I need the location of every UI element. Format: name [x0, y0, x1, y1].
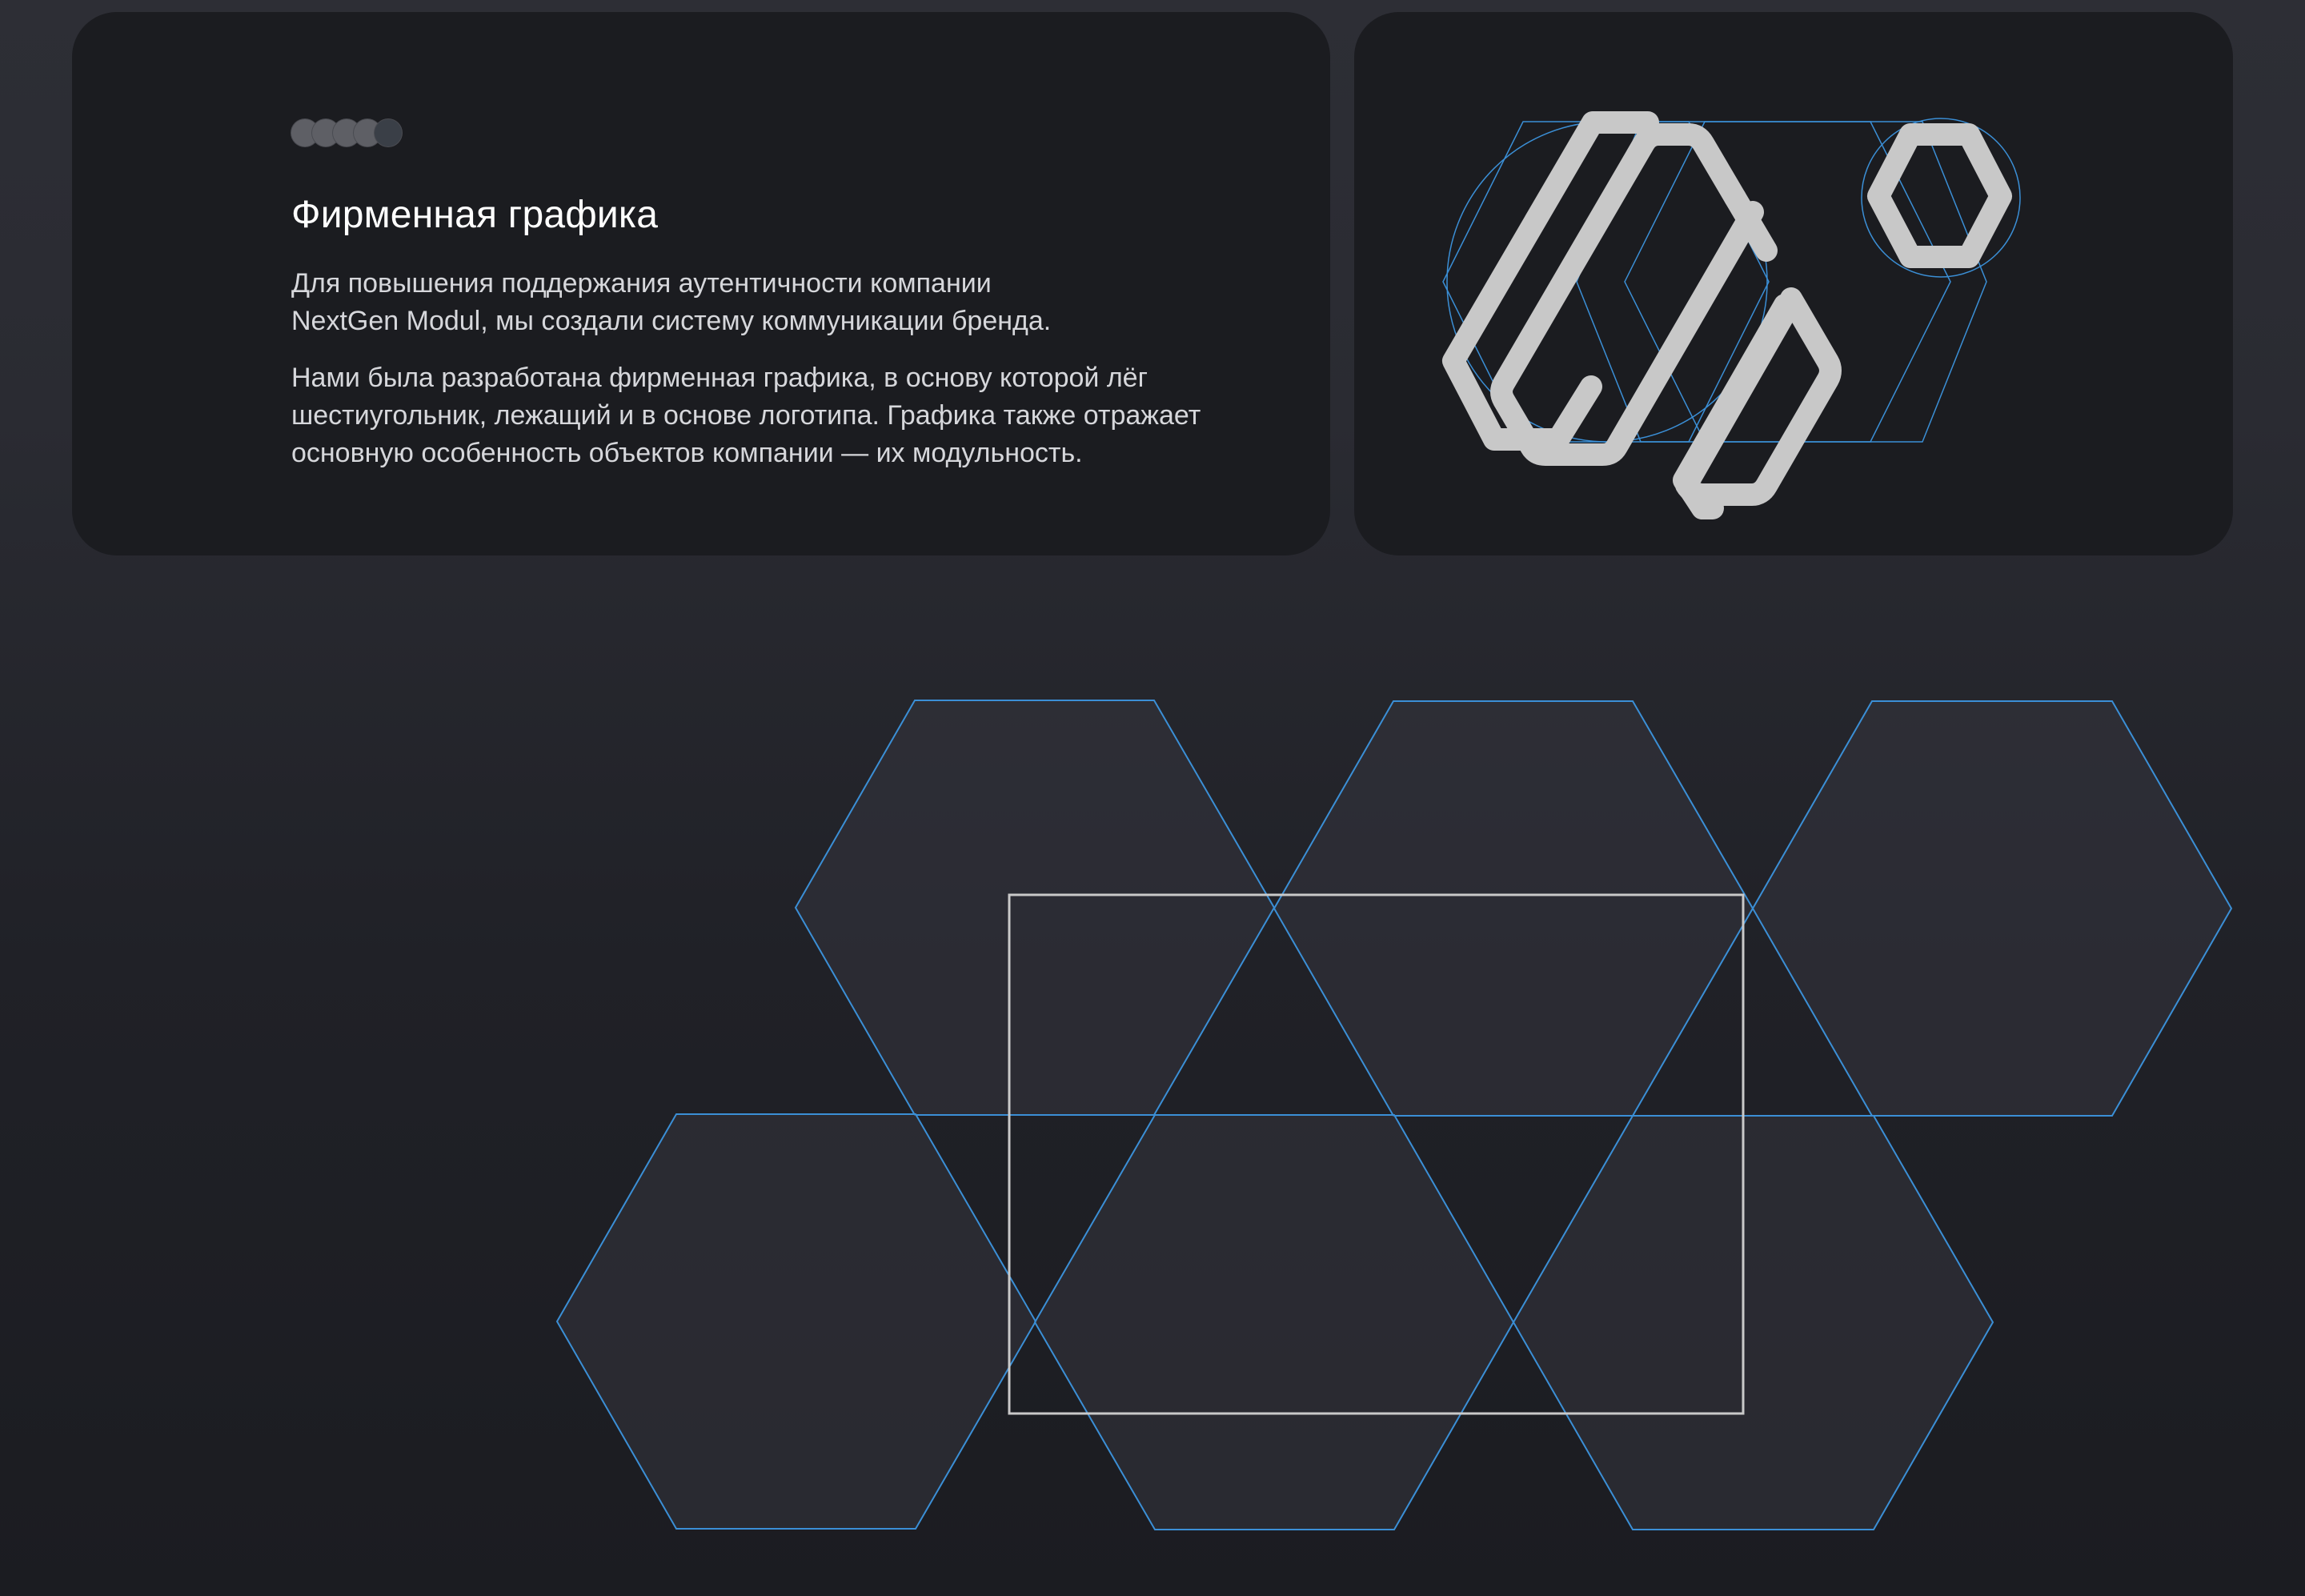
pattern-hexagon [1273, 700, 1754, 1117]
pattern-hexagon [1751, 700, 2233, 1117]
pattern-hexagon [1033, 1114, 1515, 1530]
pattern-hexagon [555, 1113, 1037, 1530]
pattern-hexagon [1512, 1115, 1994, 1530]
hexagon-grid-pattern-icon [555, 700, 2233, 1530]
pattern-hexagon [794, 700, 1276, 1116]
hexagon-grid [555, 700, 2233, 1530]
